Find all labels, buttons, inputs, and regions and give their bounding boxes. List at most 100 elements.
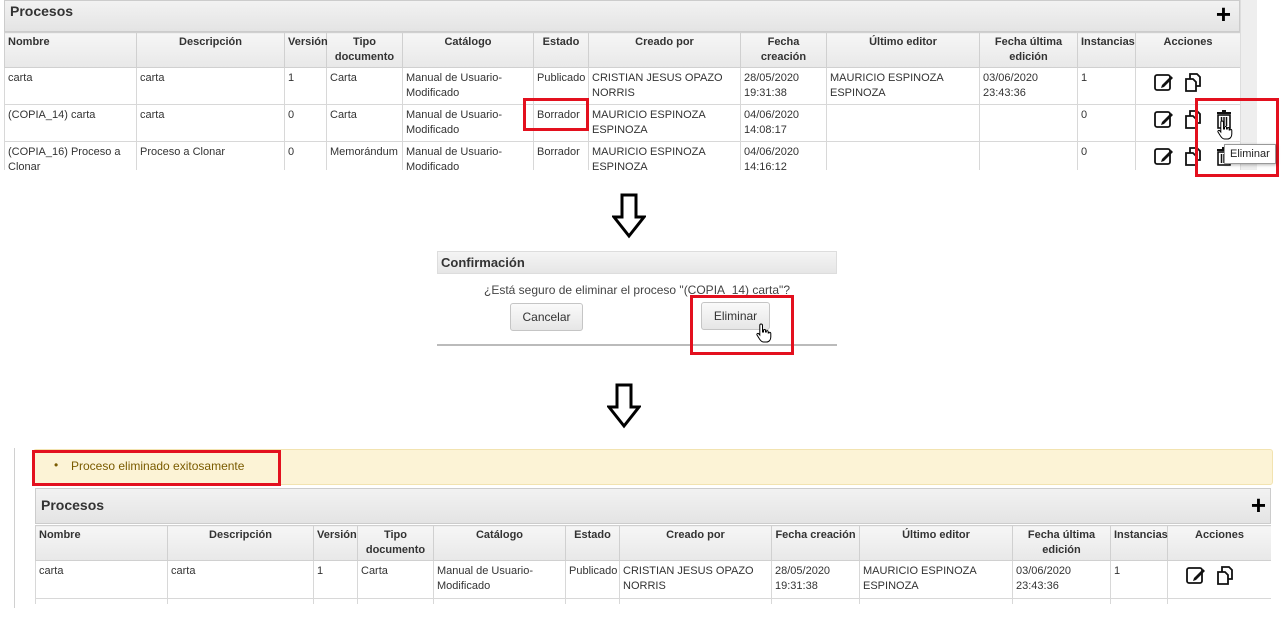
- edit-icon[interactable]: [1185, 564, 1207, 586]
- bottom-left-border: [14, 448, 15, 608]
- cell-editor: [826, 141, 980, 170]
- cell-fecha-ed: 03/06/2020 23:43:36: [979, 67, 1078, 105]
- col-fecha[interactable]: Fecha creación: [740, 32, 827, 68]
- cell-instancias: 1: [1110, 560, 1168, 599]
- col-estado[interactable]: Estado: [565, 525, 620, 561]
- table-row: (COPIA_14) carta carta 0 Carta Manual de…: [4, 104, 1240, 142]
- cell-catalogo: Manual de Usuario-Modificado: [402, 141, 534, 170]
- cell-instancias: 1: [1077, 67, 1136, 105]
- col-instancias[interactable]: Instancias: [1110, 525, 1168, 561]
- col-tipo[interactable]: Tipo documento: [326, 32, 403, 68]
- col-version[interactable]: Versión: [313, 525, 358, 561]
- cell-editor: MAURICIO ESPINOZA ESPINOZA: [826, 67, 980, 105]
- cell-catalogo: Manual de Usuario-Modificado: [402, 104, 534, 142]
- cell-catalogo: Manual de Usuario-Modificado: [402, 67, 534, 105]
- top-processes-panel: Procesos + Nombre Descripción Versión Ti…: [4, 0, 1240, 170]
- cancel-button[interactable]: Cancelar: [510, 303, 583, 331]
- down-arrow-icon: [612, 193, 646, 239]
- copy-icon[interactable]: [1183, 71, 1205, 93]
- col-descripcion[interactable]: Descripción: [167, 525, 314, 561]
- cell-nombre: (COPIA_14) carta: [4, 104, 137, 142]
- col-acciones: Acciones: [1167, 525, 1271, 561]
- col-acciones: Acciones: [1135, 32, 1240, 68]
- top-processes-table: Nombre Descripción Versión Tipo document…: [4, 32, 1240, 170]
- col-editor[interactable]: Último editor: [826, 32, 980, 68]
- dialog-title: Confirmación: [437, 251, 837, 274]
- cell-descripcion: carta: [136, 104, 285, 142]
- edit-icon[interactable]: [1153, 145, 1175, 167]
- col-catalogo[interactable]: Catálogo: [402, 32, 534, 68]
- bottom-panel-title: Procesos: [41, 497, 105, 513]
- cell-estado: Borrador: [533, 141, 589, 170]
- cell-tipo: Carta: [326, 67, 403, 105]
- col-instancias[interactable]: Instancias: [1077, 32, 1136, 68]
- cell-nombre: carta: [35, 560, 168, 599]
- table-row: carta carta 1 Carta Manual de Usuario-Mo…: [35, 560, 1271, 599]
- table-row-partial: [35, 598, 1271, 604]
- cell-instancias: 0: [1077, 141, 1136, 170]
- col-version[interactable]: Versión: [284, 32, 328, 68]
- cell-editor: MAURICIO ESPINOZA ESPINOZA: [859, 560, 1013, 599]
- cell-version: 1: [313, 560, 358, 599]
- highlight-delete-action: [1195, 98, 1279, 177]
- bottom-panel-header: Procesos +: [35, 488, 1271, 524]
- table-row: carta carta 1 Carta Manual de Usuario-Mo…: [4, 67, 1240, 105]
- delete-tooltip: Eliminar: [1224, 144, 1276, 164]
- col-fecha-ed[interactable]: Fecha última edición: [979, 32, 1078, 68]
- edit-icon[interactable]: [1153, 71, 1175, 93]
- highlight-estado-borrador: [523, 98, 589, 131]
- cell-version: 0: [284, 141, 327, 170]
- cell-instancias: 0: [1077, 104, 1136, 142]
- cell-tipo: Carta: [326, 104, 403, 142]
- cell-fecha: 04/06/2020 14:16:12: [740, 141, 827, 170]
- col-nombre[interactable]: Nombre: [4, 32, 137, 68]
- cell-fecha: 04/06/2020 14:08:17: [740, 104, 827, 142]
- cell-editor: [826, 104, 980, 142]
- cell-descripcion: carta: [167, 560, 314, 599]
- down-arrow-icon: [607, 383, 641, 429]
- cell-creado: MAURICIO ESPINOZA ESPINOZA: [588, 141, 741, 170]
- col-creado[interactable]: Creado por: [619, 525, 772, 561]
- col-descripcion[interactable]: Descripción: [136, 32, 285, 68]
- copy-icon[interactable]: [1215, 564, 1237, 586]
- bottom-processes-table: Nombre Descripción Versión Tipo document…: [35, 525, 1271, 604]
- cell-tipo: Carta: [357, 560, 434, 599]
- cell-estado: Publicado: [565, 560, 620, 599]
- col-tipo[interactable]: Tipo documento: [357, 525, 434, 561]
- cell-tipo: Memorándum: [326, 141, 403, 170]
- cell-acciones: [1167, 560, 1271, 599]
- cell-nombre: (COPIA_16) Proceso a Clonar: [4, 141, 137, 170]
- col-creado[interactable]: Creado por: [588, 32, 741, 68]
- cell-fecha-ed: 03/06/2020 23:43:36: [1012, 560, 1111, 599]
- table-row: (COPIA_16) Proceso a Clonar Proceso a Cl…: [4, 141, 1240, 170]
- cell-creado: MAURICIO ESPINOZA ESPINOZA: [588, 104, 741, 142]
- cell-descripcion: Proceso a Clonar: [136, 141, 285, 170]
- cell-descripcion: carta: [136, 67, 285, 105]
- top-panel-header: Procesos +: [4, 0, 1240, 32]
- hand-cursor-icon: [1217, 120, 1233, 140]
- add-process-icon[interactable]: +: [1216, 1, 1231, 27]
- top-panel-title: Procesos: [10, 3, 74, 19]
- highlight-success-message: [32, 450, 281, 486]
- add-process-icon[interactable]: +: [1251, 492, 1266, 518]
- cell-creado: CRISTIAN JESUS OPAZO NORRIS: [619, 560, 772, 599]
- col-catalogo[interactable]: Catálogo: [433, 525, 566, 561]
- col-estado[interactable]: Estado: [533, 32, 589, 68]
- edit-icon[interactable]: [1153, 108, 1175, 130]
- col-editor[interactable]: Último editor: [859, 525, 1013, 561]
- bottom-processes-panel: Procesos + Nombre Descripción Versión Ti…: [35, 488, 1271, 604]
- cell-fecha: 28/05/2020 19:31:38: [740, 67, 827, 105]
- cell-catalogo: Manual de Usuario-Modificado: [433, 560, 566, 599]
- hand-cursor-icon: [756, 323, 772, 343]
- cell-fecha-ed: [979, 104, 1078, 142]
- cell-creado: CRISTIAN JESUS OPAZO NORRIS: [588, 67, 741, 105]
- cell-version: 0: [284, 104, 327, 142]
- col-fecha-ed[interactable]: Fecha última edición: [1012, 525, 1111, 561]
- cell-version: 1: [284, 67, 327, 105]
- cell-fecha-ed: [979, 141, 1078, 170]
- cell-nombre: carta: [4, 67, 137, 105]
- col-nombre[interactable]: Nombre: [35, 525, 168, 561]
- col-fecha[interactable]: Fecha creación: [771, 525, 860, 561]
- highlight-confirm-button: [690, 295, 794, 355]
- cell-fecha: 28/05/2020 19:31:38: [771, 560, 860, 599]
